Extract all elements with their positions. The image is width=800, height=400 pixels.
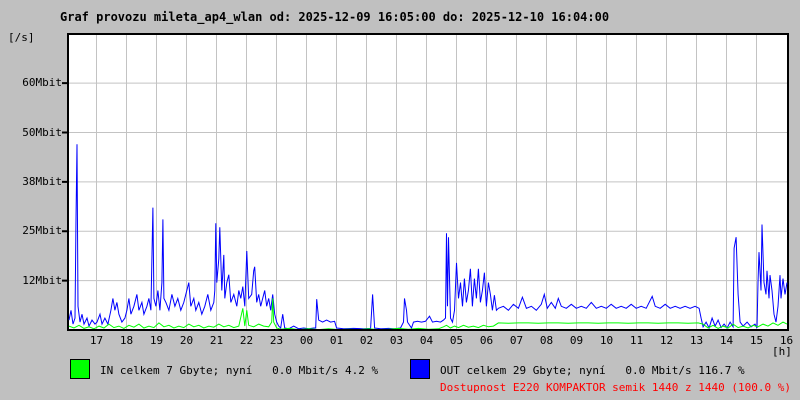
x-axis-unit-label: [h]	[772, 345, 792, 358]
out-legend-swatch	[410, 359, 430, 379]
in-legend-label: IN celkem 7 Gbyte; nyní 0.0 Mbit/s 4.2 %	[100, 364, 379, 377]
out-legend-label: OUT celkem 29 Gbyte; nyní 0.0 Mbit/s 116…	[440, 364, 745, 377]
availability-status-text: Dostupnost E220 KOMPAKTOR semik 1440 z 1…	[440, 381, 791, 394]
in-legend-swatch	[70, 359, 90, 379]
graph-title: Graf provozu mileta_ap4_wlan od: 2025-12…	[60, 10, 610, 24]
traffic-chart	[62, 33, 789, 331]
traffic-graph-page: { "title": "Graf provozu mileta_ap4_wlan…	[0, 0, 800, 400]
y-axis-unit-label: [/s]	[8, 31, 35, 44]
